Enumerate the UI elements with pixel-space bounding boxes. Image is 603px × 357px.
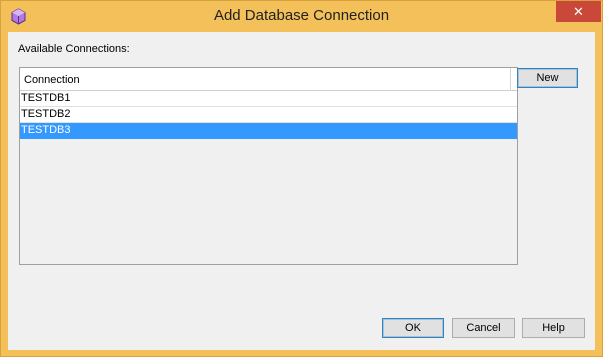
column-header-connection[interactable]: Connection	[24, 74, 80, 86]
connections-table: Connection TESTDB1 TESTDB2 TESTDB3	[19, 67, 518, 265]
table-row[interactable]: TESTDB1	[20, 91, 517, 107]
close-button[interactable]: ✕	[556, 1, 601, 22]
table-header[interactable]: Connection	[20, 68, 517, 91]
close-icon: ✕	[573, 3, 584, 19]
ok-button[interactable]: OK	[382, 318, 444, 338]
table-row[interactable]: TESTDB2	[20, 107, 517, 123]
table-row-selected[interactable]: TESTDB3	[20, 123, 517, 139]
new-button[interactable]: New	[517, 68, 578, 88]
window-title: Add Database Connection	[213, 7, 390, 24]
help-button[interactable]: Help	[522, 318, 585, 338]
dialog-body: Available Connections: Connection TESTDB…	[8, 32, 595, 350]
cancel-button[interactable]: Cancel	[452, 318, 515, 338]
title-bar[interactable]: Add Database Connection ✕	[1, 1, 602, 32]
available-connections-label: Available Connections:	[18, 43, 130, 55]
dialog-window: Add Database Connection ✕ Available Conn…	[0, 0, 603, 357]
column-divider[interactable]	[510, 68, 511, 90]
